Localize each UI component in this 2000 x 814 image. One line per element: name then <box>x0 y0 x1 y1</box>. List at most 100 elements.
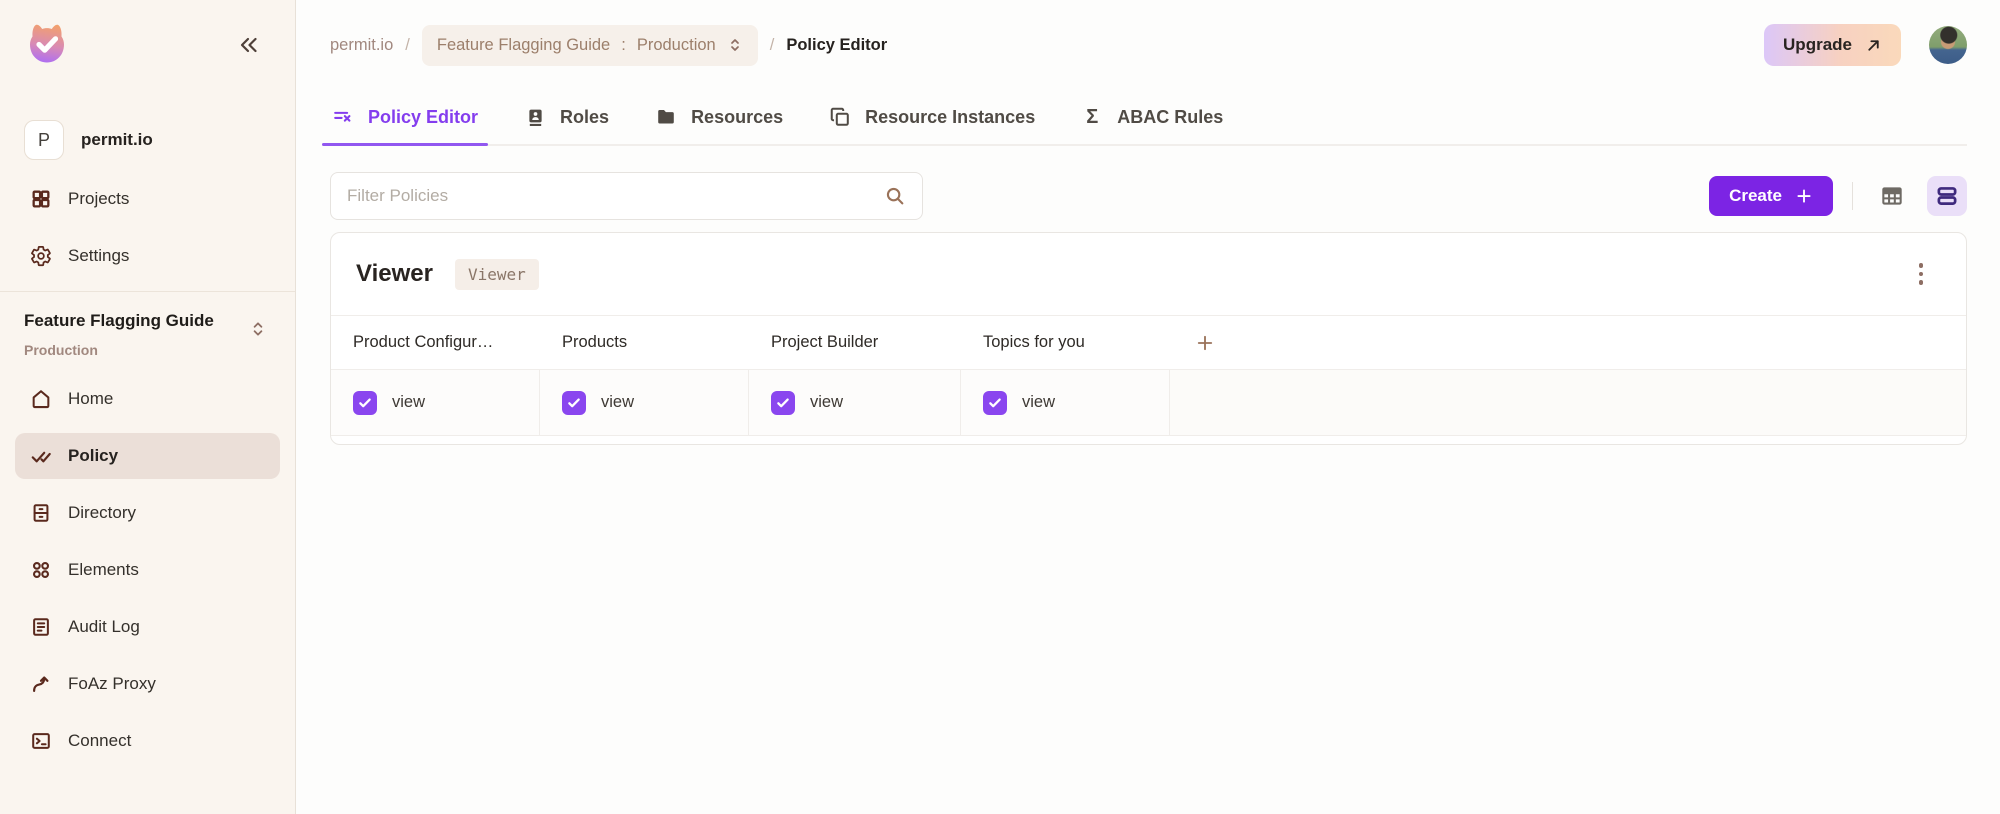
collapse-sidebar-icon[interactable] <box>237 33 261 57</box>
create-label: Create <box>1729 186 1782 205</box>
document-lines-icon <box>30 616 52 638</box>
permission-cell: view <box>961 370 1170 435</box>
permission-cell: view <box>331 370 540 435</box>
permission-cell: view <box>540 370 749 435</box>
add-column-plus-icon[interactable] <box>1170 333 1215 353</box>
sidebar-item-label: Policy <box>68 446 119 465</box>
terminal-icon <box>30 730 52 752</box>
checked-checkbox[interactable] <box>983 390 1007 415</box>
breadcrumb-project: Feature Flagging Guide <box>436 35 611 54</box>
chevron-updown-icon[interactable] <box>249 320 267 338</box>
tab-label: Resources <box>691 106 784 127</box>
tab-label: Policy Editor <box>368 106 479 127</box>
permit-logo <box>24 22 70 68</box>
checked-checkbox[interactable] <box>562 390 586 415</box>
filter-policies-input[interactable] <box>347 186 874 206</box>
environment-name: Production <box>24 342 98 358</box>
stacked-rows-icon <box>1934 183 1960 209</box>
role-card: Viewer Viewer Product Configur… Products… <box>330 232 1967 445</box>
sidebar-item-audit-log[interactable]: Audit Log <box>15 604 280 650</box>
folder-icon <box>655 106 677 128</box>
sidebar-item-label: FoAz Proxy <box>68 674 156 693</box>
tab-label: Roles <box>560 106 610 127</box>
column-header[interactable]: Products <box>540 333 749 352</box>
table-grid-icon <box>1879 183 1905 209</box>
kebab-menu-icon[interactable] <box>1913 257 1930 291</box>
sidebar-item-projects[interactable]: Projects <box>24 177 271 221</box>
cabinet-icon <box>30 502 52 524</box>
home-icon <box>30 388 52 410</box>
card-footer <box>331 436 1966 444</box>
permission-label: view <box>810 393 844 411</box>
sidebar-divider <box>0 291 295 292</box>
table-header-row: Product Configur… Products Project Build… <box>331 316 1966 370</box>
tab-label: Resource Instances <box>865 106 1036 127</box>
sidebar-item-label: Settings <box>68 246 130 265</box>
sidebar-item-label: Audit Log <box>68 617 140 636</box>
toolbar-divider <box>1852 182 1853 210</box>
checked-checkbox[interactable] <box>771 390 795 415</box>
tab-roles[interactable]: Roles <box>522 90 611 144</box>
arrow-up-right-icon <box>1865 37 1882 54</box>
upgrade-label: Upgrade <box>1783 35 1852 54</box>
checked-checkbox[interactable] <box>353 390 377 415</box>
create-button[interactable]: Create <box>1709 176 1833 216</box>
search-icon[interactable] <box>884 185 906 207</box>
permission-label: view <box>601 393 635 411</box>
breadcrumb-colon: : <box>621 35 626 54</box>
filter-x-icon <box>332 106 354 128</box>
sidebar-item-elements[interactable]: Elements <box>15 547 280 593</box>
breadcrumb-separator: / <box>405 35 410 54</box>
tab-resources[interactable]: Resources <box>653 90 785 144</box>
upgrade-button[interactable]: Upgrade <box>1764 24 1901 66</box>
chevron-updown-icon <box>727 37 743 53</box>
sigma-icon: Σ <box>1086 106 1099 128</box>
empty-cell <box>1170 370 1966 435</box>
sidebar-item-settings[interactable]: Settings <box>24 234 271 278</box>
gear-icon <box>30 245 52 267</box>
permission-label: view <box>1022 393 1056 411</box>
org-selector[interactable]: P permit.io <box>24 120 271 160</box>
column-header[interactable]: Project Builder <box>749 333 961 352</box>
tab-label: ABAC Rules <box>1117 106 1224 127</box>
role-title: Viewer <box>356 260 433 287</box>
sidebar-item-directory[interactable]: Directory <box>15 490 280 536</box>
role-key-badge: Viewer <box>454 258 539 290</box>
filter-policies-field <box>330 172 923 220</box>
breadcrumb: permit.io / Feature Flagging Guide : Pro… <box>330 24 888 66</box>
breadcrumb-separator: / <box>769 35 775 54</box>
grid-squares-icon <box>30 188 52 210</box>
sidebar-item-label: Home <box>68 389 114 408</box>
org-badge: P <box>24 120 64 160</box>
tab-policy-editor[interactable]: Policy Editor <box>321 90 489 146</box>
table-row: view view view view <box>331 370 1966 436</box>
org-name: permit.io <box>81 130 153 149</box>
four-circles-icon <box>30 559 52 581</box>
tab-abac-rules[interactable]: Σ ABAC Rules <box>1079 90 1225 144</box>
list-view-button[interactable] <box>1927 176 1967 216</box>
id-badge-icon <box>524 106 546 128</box>
sidebar-item-label: Projects <box>68 189 130 208</box>
breadcrumb-org[interactable]: permit.io <box>330 36 393 55</box>
breadcrumb-page: Policy Editor <box>786 35 888 54</box>
column-header[interactable]: Topics for you <box>961 333 1170 352</box>
tab-bar: Policy Editor Roles Resources Resource I… <box>321 90 1967 146</box>
sidebar-item-foaz-proxy[interactable]: FoAz Proxy <box>15 661 280 707</box>
tab-resource-instances[interactable]: Resource Instances <box>827 90 1037 144</box>
user-avatar[interactable] <box>1929 26 1967 64</box>
sidebar-item-label: Elements <box>68 560 139 579</box>
sidebar-item-home[interactable]: Home <box>15 376 280 422</box>
project-switcher[interactable]: Feature Flagging Guide Production <box>24 310 271 358</box>
main-content: permit.io / Feature Flagging Guide : Pro… <box>296 0 2000 814</box>
permission-label: view <box>392 393 426 411</box>
grid-view-button[interactable] <box>1872 176 1912 216</box>
sidebar: P permit.io Projects Settings Feature Fl… <box>0 0 296 814</box>
double-check-icon <box>30 445 52 467</box>
sidebar-item-label: Connect <box>68 731 132 750</box>
permission-cell: view <box>749 370 961 435</box>
copy-icon <box>829 106 851 128</box>
breadcrumb-project-env-selector[interactable]: Feature Flagging Guide : Production <box>421 24 758 66</box>
sidebar-item-policy[interactable]: Policy <box>15 433 280 479</box>
column-header[interactable]: Product Configur… <box>331 333 540 352</box>
sidebar-item-connect[interactable]: Connect <box>15 718 280 764</box>
